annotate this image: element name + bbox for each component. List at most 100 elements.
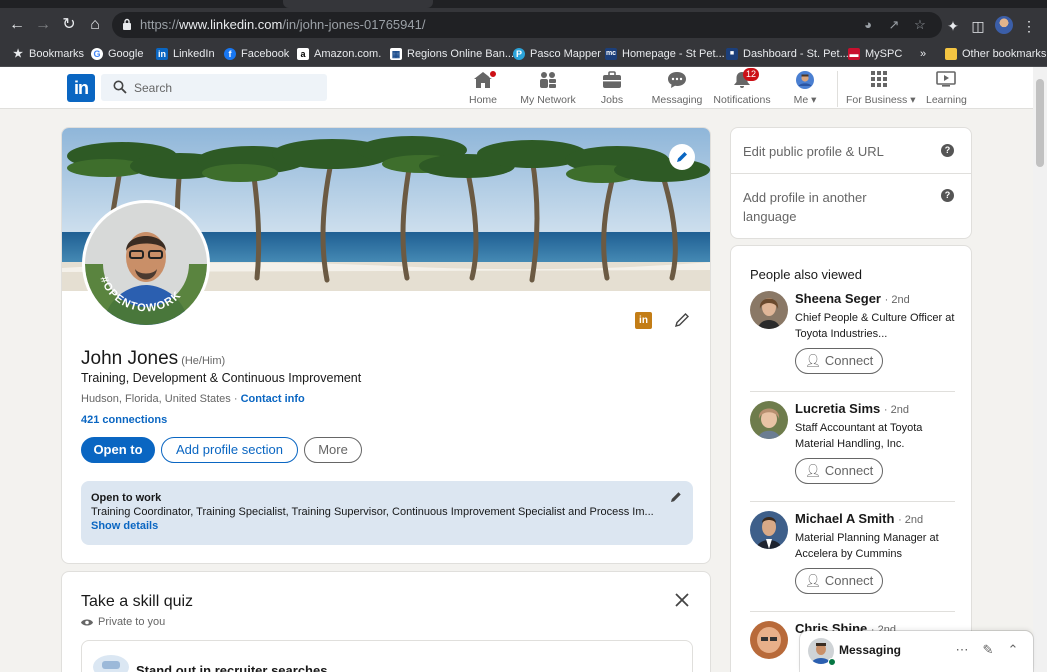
skill-quiz-promo[interactable]: Stand out in recruiter searches [81, 640, 693, 672]
scrollbar-thumb[interactable] [1036, 79, 1044, 167]
edit-intro-pencil-icon[interactable] [674, 312, 690, 328]
bookmark-item[interactable]: in LinkedIn [156, 45, 215, 63]
bookmark-star-icon[interactable]: ☆ [912, 17, 928, 33]
amazon-icon: a [297, 48, 309, 60]
add-profile-language-link[interactable]: Add profile in another language [743, 188, 903, 226]
skill-quiz-card: Take a skill quiz Private to you Stand o… [61, 571, 711, 672]
bookmark-item[interactable]: P Pasco Mapper [513, 45, 601, 63]
edit-background-button[interactable] [669, 144, 695, 170]
pronouns: (He/Him) [181, 355, 226, 367]
side-panel-icon[interactable]: ◫ [969, 17, 987, 35]
people-also-viewed-title: People also viewed [750, 267, 863, 282]
grid-icon [871, 71, 887, 87]
linkedin-premium-icon[interactable]: in [635, 312, 652, 329]
bookmarks-overflow[interactable]: » [920, 45, 926, 63]
connect-button[interactable]: 👤︎ Connect [795, 458, 883, 484]
person-title: Chief People & Culture Officer at Toyota… [795, 312, 955, 340]
reload-icon[interactable]: ↻ [58, 14, 80, 36]
connections-link[interactable]: 421 connections [81, 414, 167, 426]
connect-button[interactable]: 👤︎ Connect [795, 348, 883, 374]
bookmark-item[interactable]: ▦ Regions Online Ban... [390, 45, 514, 63]
divider [750, 501, 955, 502]
person-name[interactable]: Sheena Seger · 2nd [795, 291, 910, 306]
nav-home[interactable]: Home [466, 69, 500, 107]
nav-learning[interactable]: Learning [926, 71, 967, 107]
bookmarks-bar: ★ Bookmarks G Google in LinkedIn f Facebook … [0, 41, 1047, 67]
page-scrollbar[interactable] [1033, 67, 1047, 672]
bookmark-item[interactable]: ★ Bookmarks [12, 45, 84, 63]
person-name[interactable]: Lucretia Sims · 2nd [795, 401, 909, 416]
open-to-work-box[interactable]: Open to work Training Coordinator, Train… [81, 481, 693, 545]
nav-messaging[interactable]: Messaging [650, 71, 704, 107]
bookmark-item[interactable]: a Amazon.com. [297, 45, 381, 63]
edit-public-profile-link[interactable]: Edit public profile & URL [743, 142, 933, 161]
chat-icon [668, 72, 686, 88]
browser-tab-active[interactable] [283, 0, 433, 8]
list-item: Michael A Smith · 2nd Material Planning … [750, 511, 955, 601]
edit-open-to-work-pencil-icon[interactable] [670, 491, 682, 503]
open-to-work-title: Open to work [91, 492, 162, 504]
compose-icon[interactable]: ✎ [980, 642, 996, 658]
show-details-link[interactable]: Show details [91, 520, 158, 532]
browser-profile-avatar[interactable] [995, 16, 1013, 34]
add-person-icon: 👤︎ [804, 353, 822, 368]
linkedin-logo[interactable]: in [67, 74, 95, 102]
bookmark-item[interactable]: mc Homepage - St Pet... [605, 45, 725, 63]
browser-toolbar: ← → ↻ ⌂ https://www.linkedin.com/in/john… [0, 8, 1047, 41]
nav-my-network[interactable]: My Network [518, 71, 578, 107]
messaging-overlay-bar[interactable]: Messaging ⋯ ✎ ⌃ [800, 631, 1033, 672]
chevron-down-icon: ▾ [811, 94, 817, 106]
notification-dot [488, 69, 498, 79]
profile-name: John Jones (He/Him) [81, 348, 226, 369]
back-arrow-icon[interactable]: ← [6, 14, 28, 36]
avatar-icon [796, 71, 814, 89]
learning-icon [936, 71, 956, 87]
map-icon: P [513, 48, 525, 60]
help-icon[interactable]: ? [941, 144, 954, 157]
person-avatar[interactable] [750, 401, 788, 439]
address-bar[interactable]: https://www.linkedin.com/in/john-jones-0… [112, 12, 942, 38]
skill-quiz-title: Take a skill quiz [81, 593, 194, 610]
add-person-icon: 👤︎ [804, 573, 822, 588]
nav-me[interactable]: Me ▾ [790, 71, 820, 107]
close-icon[interactable] [674, 592, 690, 608]
person-name[interactable]: Michael A Smith · 2nd [795, 511, 923, 526]
person-avatar[interactable] [750, 291, 788, 329]
nav-for-business[interactable]: For Business ▾ [846, 71, 916, 107]
more-options-icon[interactable]: ⋯ [954, 642, 970, 658]
bookmark-item[interactable]: ■ Dashboard - St. Pet... [726, 45, 849, 63]
linkedin-global-nav: in Search Home My Network Jobs Messaging… [0, 67, 1033, 109]
contact-info-link[interactable]: Contact info [241, 393, 305, 405]
profile-top-card: #OPENTOWORK in John Jones (He/Him) Traini… [61, 127, 711, 564]
home-button-icon[interactable]: ⌂ [84, 14, 106, 36]
performance-icon[interactable]: ◕ [860, 17, 876, 33]
chevron-up-icon[interactable]: ⌃ [1005, 642, 1021, 658]
share-icon[interactable]: ↗ [886, 17, 902, 33]
list-item: Lucretia Sims · 2nd Staff Accountant at … [750, 401, 955, 491]
add-profile-section-button[interactable]: Add profile section [161, 437, 298, 463]
dashboard-icon: ■ [726, 48, 738, 60]
nav-jobs[interactable]: Jobs [596, 71, 628, 107]
profile-photo[interactable]: #OPENTOWORK [82, 200, 210, 328]
more-button[interactable]: More [304, 437, 362, 463]
browser-menu-icon[interactable]: ⋮ [1020, 17, 1038, 35]
connect-button[interactable]: 👤︎ Connect [795, 568, 883, 594]
chevron-down-icon: ▾ [910, 94, 916, 106]
bookmark-item[interactable]: f Facebook [224, 45, 289, 63]
bookmark-item[interactable]: ▬ MySPC [848, 45, 902, 63]
forward-arrow-icon[interactable]: → [32, 14, 54, 36]
person-avatar[interactable] [750, 621, 788, 659]
open-to-button[interactable]: Open to [81, 437, 155, 463]
search-input[interactable]: Search [101, 74, 327, 101]
person-avatar[interactable] [750, 511, 788, 549]
person-title: Staff Accountant at Toyota Material Hand… [795, 422, 923, 450]
spc-icon: mc [605, 48, 617, 60]
nav-notifications[interactable]: 12 Notifications [712, 68, 772, 107]
help-icon[interactable]: ? [941, 189, 954, 202]
bookmark-item[interactable]: G Google [91, 45, 143, 63]
extensions-puzzle-icon[interactable]: ✦ [944, 17, 962, 35]
person-title: Material Planning Manager at Accelera by… [795, 532, 939, 560]
divider [750, 391, 955, 392]
other-bookmarks[interactable]: Other bookmarks [945, 45, 1046, 63]
profile-location: Hudson, Florida, United States · Contact… [81, 393, 305, 405]
